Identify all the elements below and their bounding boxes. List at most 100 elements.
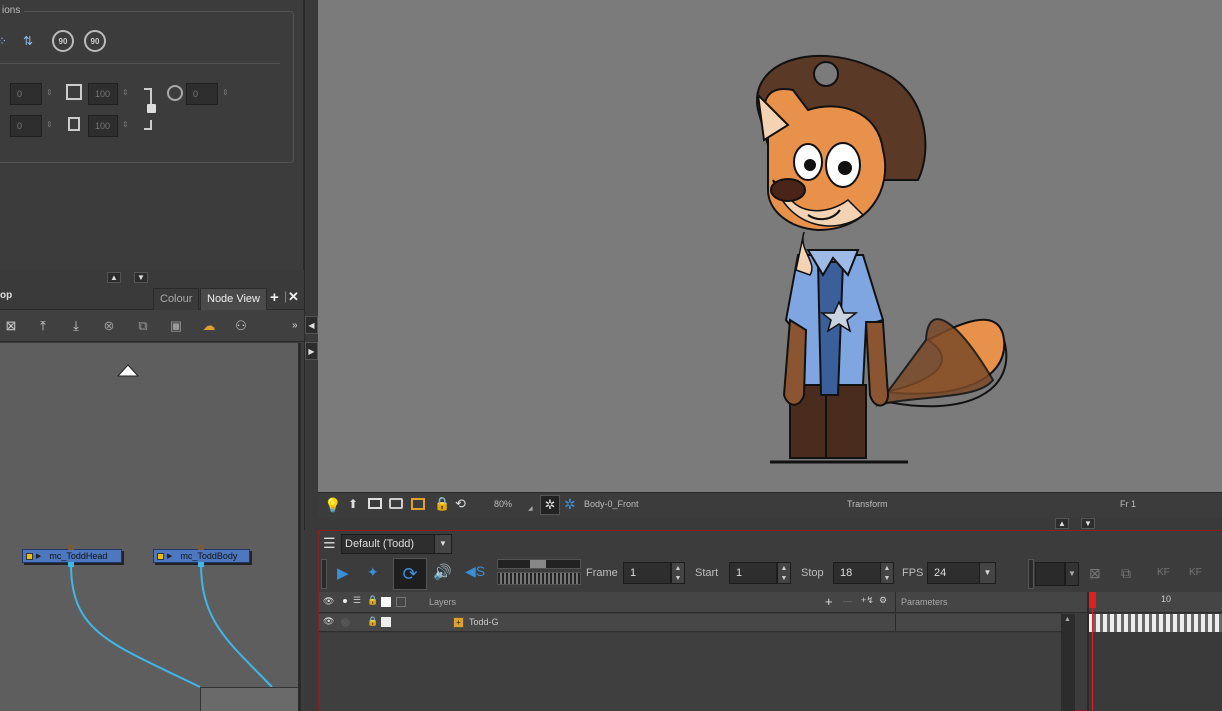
scene-select[interactable]: Default (Todd) xyxy=(341,534,437,554)
fps-dropdown-icon[interactable]: ▼ xyxy=(979,562,996,584)
flip-vertical-icon[interactable]: ⇅ xyxy=(17,32,39,50)
jog-wheel[interactable] xyxy=(497,572,581,585)
play-selection-icon[interactable]: ✦ xyxy=(367,564,379,581)
camera-view[interactable] xyxy=(318,0,1222,492)
node-canvas[interactable]: ▶ mc_ToddHead ▶ mc_ToddBody xyxy=(0,343,301,711)
stop-motion-icon[interactable]: ⧉ xyxy=(1121,565,1131,582)
show-all-icon[interactable]: 👁 xyxy=(323,596,334,607)
slider-handle[interactable] xyxy=(530,560,546,568)
move-up-icon[interactable]: ⤒ xyxy=(32,315,54,337)
height-stepper[interactable]: ⇕ xyxy=(122,120,129,129)
frame-icon[interactable] xyxy=(368,498,382,509)
loop-toggle[interactable]: ⟳ xyxy=(393,558,427,590)
tab-node-view[interactable]: Node View xyxy=(200,288,267,310)
add-layer-icon[interactable]: + xyxy=(825,594,833,609)
expand-right-button[interactable]: ▶ xyxy=(305,342,318,360)
stack-icon[interactable]: ☰ xyxy=(353,595,361,606)
rotation-stepper[interactable]: ⇕ xyxy=(222,88,229,97)
add-keyframe-button[interactable]: KF xyxy=(1157,567,1170,578)
offset-x-stepper[interactable]: ⇕ xyxy=(46,88,53,97)
node-todd-head[interactable]: ▶ mc_ToddHead xyxy=(22,549,122,563)
layer-row-todd-g[interactable]: 👁 🔒 + Todd-G xyxy=(319,614,1061,632)
layers-icon[interactable]: ⬆ xyxy=(348,497,358,511)
reset-view-icon[interactable]: ⟲ xyxy=(455,496,466,512)
layers-empty-area[interactable] xyxy=(319,633,1061,711)
rotate-cw-90-button[interactable]: 90 xyxy=(52,30,74,52)
reduce-keyframes-icon[interactable]: ⊠ xyxy=(1089,565,1101,582)
collapse-down-button[interactable]: ▼ xyxy=(1081,518,1095,529)
image-icon[interactable] xyxy=(411,498,425,510)
width-field[interactable]: 100 xyxy=(88,83,118,105)
fps-input[interactable]: 24 xyxy=(927,562,981,584)
start-input[interactable]: 1 xyxy=(729,562,777,584)
toolbar-grip[interactable] xyxy=(1028,559,1034,589)
thumbnail-icon[interactable] xyxy=(396,597,406,607)
add-effect-icon[interactable]: ⚙ xyxy=(879,595,887,606)
frame-cells-row[interactable] xyxy=(1089,614,1222,632)
remove-layer-icon[interactable]: — xyxy=(843,596,852,606)
tab-colour[interactable]: Colour xyxy=(153,288,200,310)
lock-icon[interactable]: 🔒 xyxy=(434,496,450,512)
collapse-left-button[interactable]: ◀ xyxy=(305,316,318,334)
play-icon[interactable]: ▶ xyxy=(337,564,349,582)
expand-up-button[interactable]: ▲ xyxy=(107,272,121,283)
node-output-port[interactable] xyxy=(68,562,74,567)
remove-keyframe-button[interactable]: KF xyxy=(1189,567,1202,578)
collapse-down-button[interactable]: ▼ xyxy=(134,272,148,283)
timeline-splitter[interactable]: ▲ ▼ xyxy=(318,517,1222,530)
rotate-ccw-90-button[interactable]: 90 xyxy=(84,30,106,52)
playback-speed-slider[interactable] xyxy=(497,559,581,569)
layers-scrollbar[interactable]: ▲ xyxy=(1061,614,1075,711)
add-view-icon[interactable]: + xyxy=(270,289,279,306)
flip-icon[interactable]: ⁘ xyxy=(0,32,8,50)
frame-input[interactable]: 1 xyxy=(623,562,671,584)
lock-all-icon[interactable]: 🔒 xyxy=(367,595,378,606)
layer-lock-icon[interactable]: 🔒 xyxy=(367,616,378,627)
offset-y-field[interactable]: 0 xyxy=(10,115,42,137)
zoom-level[interactable]: 80% xyxy=(494,499,512,509)
width-stepper[interactable]: ⇕ xyxy=(122,88,129,97)
layer-visibility-icon[interactable]: 👁 xyxy=(323,616,334,627)
rotation-field[interactable]: 0 xyxy=(186,83,218,105)
node-output-port[interactable] xyxy=(198,562,204,567)
scene-dropdown-icon[interactable]: ▼ xyxy=(434,534,452,554)
stop-input[interactable]: 18 xyxy=(833,562,881,584)
ease-preset-select[interactable] xyxy=(1035,562,1065,586)
sound-scrub-icon[interactable]: ◀S xyxy=(465,563,485,580)
xsheet-frames-area[interactable]: 10 xyxy=(1087,592,1222,711)
toolbar-overflow-icon[interactable]: » xyxy=(292,320,298,331)
node-input-port[interactable] xyxy=(68,545,74,550)
frame-stepper[interactable]: ▲ ▼ xyxy=(671,562,685,584)
node-input-port[interactable] xyxy=(198,545,204,550)
lock-icon[interactable] xyxy=(147,104,156,113)
color-swatch-icon[interactable] xyxy=(381,597,391,607)
layer-color-swatch[interactable] xyxy=(381,617,391,627)
move-down-icon[interactable]: ⤓ xyxy=(65,315,87,337)
height-field[interactable]: 100 xyxy=(88,115,118,137)
scroll-up-icon[interactable]: ▲ xyxy=(1064,616,1071,623)
node-todd-body[interactable]: ▶ mc_ToddBody xyxy=(153,549,250,563)
cloud-network-icon[interactable]: ☁ xyxy=(198,315,220,337)
solo-icon[interactable] xyxy=(341,597,349,605)
offset-y-stepper[interactable]: ⇕ xyxy=(46,120,53,129)
expand-up-button[interactable]: ▲ xyxy=(1055,518,1069,529)
ease-dropdown-icon[interactable]: ▼ xyxy=(1065,562,1079,586)
stop-stepper[interactable]: ▲ ▼ xyxy=(880,562,894,584)
add-peg-icon[interactable]: +↯ xyxy=(861,595,874,606)
close-view-icon[interactable]: ✕ xyxy=(288,289,299,305)
offset-x-field[interactable]: 0 xyxy=(10,83,42,105)
disable-node-icon[interactable]: ⊠ xyxy=(0,315,22,337)
panel-splitter[interactable]: ▲ ▼ xyxy=(0,270,304,284)
frame-ruler[interactable]: 10 xyxy=(1089,592,1222,613)
toolbar-grip[interactable] xyxy=(321,559,327,589)
drawing-gear-icon[interactable]: ✲ xyxy=(564,496,576,513)
layer-name[interactable]: Todd-G xyxy=(469,617,499,627)
hierarchy-icon[interactable]: ⚇ xyxy=(230,315,252,337)
layer-solo-icon[interactable] xyxy=(341,618,350,627)
zoom-dropdown-icon[interactable]: ◢ xyxy=(528,505,533,512)
safe-area-icon[interactable] xyxy=(389,498,403,509)
composite-node[interactable] xyxy=(200,687,298,711)
menu-icon[interactable]: ☰ xyxy=(323,535,336,552)
gear-icon[interactable]: ✲ xyxy=(540,495,560,515)
navigate-icon[interactable]: ⊗ xyxy=(98,315,120,337)
